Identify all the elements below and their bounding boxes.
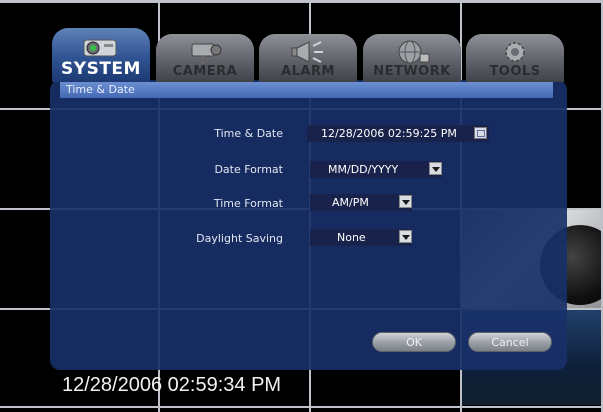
grid-line xyxy=(0,406,603,408)
time-format-value: AM/PM xyxy=(332,196,369,209)
tab-tools[interactable]: TOOLS xyxy=(466,34,564,82)
tab-label: TOOLS xyxy=(489,64,541,79)
alarm-horn-icon xyxy=(291,41,323,63)
tab-alarm[interactable]: ALARM xyxy=(259,34,357,82)
tab-label: CAMERA xyxy=(172,64,238,79)
tab-label: ALARM xyxy=(281,64,335,79)
calendar-icon[interactable] xyxy=(474,127,487,139)
time-format-select[interactable]: AM/PM xyxy=(310,194,412,211)
daylight-saving-label: Daylight Saving xyxy=(196,232,283,245)
projector-icon xyxy=(83,39,117,57)
date-format-label: Date Format xyxy=(214,163,283,176)
tab-camera[interactable]: CAMERA xyxy=(156,34,254,82)
globe-network-icon xyxy=(398,40,430,64)
daylight-saving-value: None xyxy=(337,231,366,244)
tab-label: SYSTEM xyxy=(61,59,141,79)
chevron-down-icon[interactable] xyxy=(399,230,412,243)
time-date-label: Time & Date xyxy=(214,127,283,140)
time-date-value: 12/28/2006 02:59:25 PM xyxy=(321,127,457,140)
settings-dialog xyxy=(50,80,567,370)
panel-title: Time & Date xyxy=(60,82,553,98)
gear-tools-icon xyxy=(505,42,525,62)
time-date-field[interactable]: 12/28/2006 02:59:25 PM xyxy=(307,125,489,142)
camera-icon xyxy=(191,43,222,64)
cancel-button[interactable]: Cancel xyxy=(468,332,552,352)
timestamp-overlay: 12/28/2006 02:59:34 PM xyxy=(62,374,282,396)
date-format-value: MM/DD/YYYY xyxy=(328,163,399,176)
grid-line xyxy=(0,0,603,3)
time-format-label: Time Format xyxy=(213,197,283,210)
daylight-saving-select[interactable]: None xyxy=(310,229,412,246)
tab-system[interactable]: SYSTEM xyxy=(52,28,150,82)
chevron-down-icon[interactable] xyxy=(399,195,412,208)
tab-network[interactable]: NETWORK xyxy=(363,34,461,82)
menu-tabs: SYSTEM CAMERA ALARM NETWORK TOOLS xyxy=(52,28,568,83)
chevron-down-icon[interactable] xyxy=(429,162,442,175)
tab-label: NETWORK xyxy=(373,64,451,79)
date-format-select[interactable]: MM/DD/YYYY xyxy=(310,161,442,178)
ok-button[interactable]: OK xyxy=(372,332,456,352)
